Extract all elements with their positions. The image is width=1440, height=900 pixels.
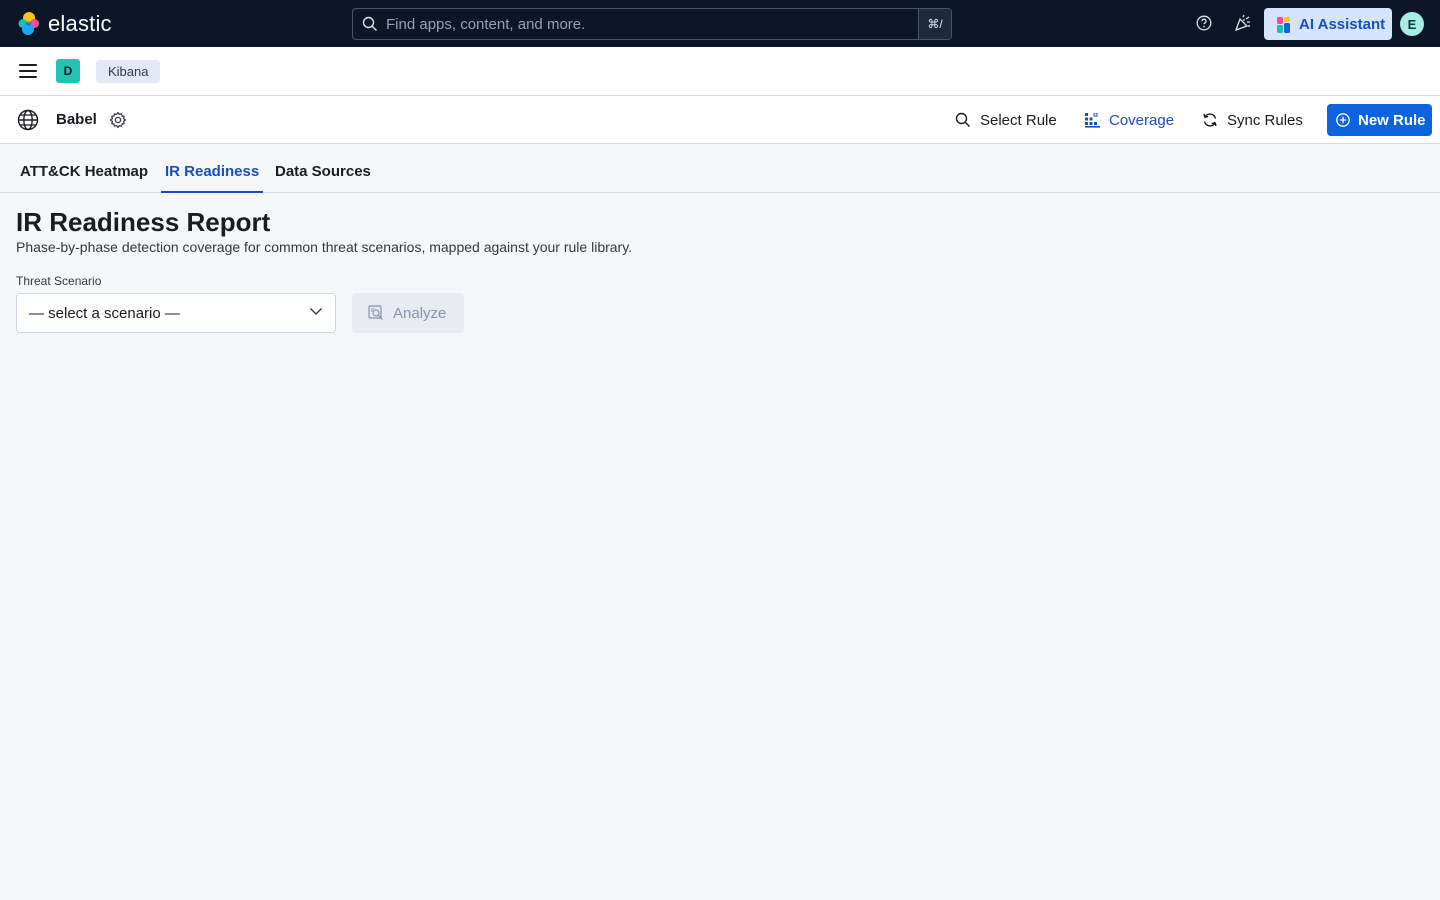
newsfeed-icon[interactable] <box>1234 14 1252 32</box>
navigation-bar: D Kibana <box>0 47 1440 96</box>
global-search[interactable]: Find apps, content, and more. ⌘/ <box>352 8 952 40</box>
select-rule-button[interactable]: Select Rule <box>955 108 1057 132</box>
sync-rules-button[interactable]: Sync Rules <box>1202 108 1303 132</box>
tab-bar: ATT&CK Heatmap IR Readiness Data Sources <box>0 144 1440 193</box>
new-rule-button[interactable]: New Rule <box>1327 104 1432 136</box>
brand-name: elastic <box>48 10 112 36</box>
ai-assistant-label: AI Assistant <box>1299 15 1386 33</box>
coverage-label: Coverage <box>1109 111 1175 129</box>
app-name: Babel <box>56 111 97 128</box>
space-avatar[interactable]: D <box>56 59 80 83</box>
plus-circle-icon <box>1336 113 1350 127</box>
elastic-logo[interactable]: elastic <box>16 11 112 36</box>
menu-toggle-icon[interactable] <box>19 64 37 78</box>
chevron-down-icon <box>309 304 323 322</box>
globe-icon <box>17 109 39 131</box>
grid-icon <box>1084 112 1100 128</box>
threat-scenario-select[interactable]: — select a scenario — <box>16 293 336 333</box>
analyze-icon <box>368 305 384 321</box>
sync-rules-label: Sync Rules <box>1227 111 1303 129</box>
new-rule-label: New Rule <box>1358 111 1426 129</box>
user-avatar[interactable]: E <box>1400 12 1424 36</box>
select-rule-label: Select Rule <box>980 111 1057 129</box>
tab-attack-heatmap[interactable]: ATT&CK Heatmap <box>16 163 152 193</box>
refresh-icon <box>1202 112 1218 128</box>
threat-scenario-label: Threat Scenario <box>16 274 102 288</box>
threat-scenario-value: — select a scenario — <box>29 304 180 322</box>
tab-data-sources[interactable]: Data Sources <box>271 163 375 193</box>
search-placeholder[interactable]: Find apps, content, and more. <box>386 16 918 33</box>
elastic-logo-icon <box>18 12 39 35</box>
gear-icon[interactable] <box>109 111 127 129</box>
app-header: Babel Select Rule Coverage Sync Rules <box>0 96 1440 144</box>
ai-assistant-button[interactable]: AI Assistant <box>1264 8 1392 40</box>
breadcrumb[interactable]: Kibana <box>96 60 161 83</box>
ai-assistant-icon <box>1277 17 1291 33</box>
page-subtitle: Phase-by-phase detection coverage for co… <box>16 239 633 255</box>
tab-ir-readiness[interactable]: IR Readiness <box>161 163 264 193</box>
page-title: IR Readiness Report <box>16 207 271 237</box>
coverage-button[interactable]: Coverage <box>1084 108 1174 132</box>
search-icon <box>362 16 378 32</box>
help-icon[interactable] <box>1195 14 1213 32</box>
global-header: elastic Find apps, content, and more. ⌘/… <box>0 0 1440 47</box>
search-shortcut: ⌘/ <box>918 9 951 39</box>
search-icon <box>955 112 971 128</box>
analyze-button[interactable]: Analyze <box>352 293 464 333</box>
analyze-label: Analyze <box>393 304 447 322</box>
